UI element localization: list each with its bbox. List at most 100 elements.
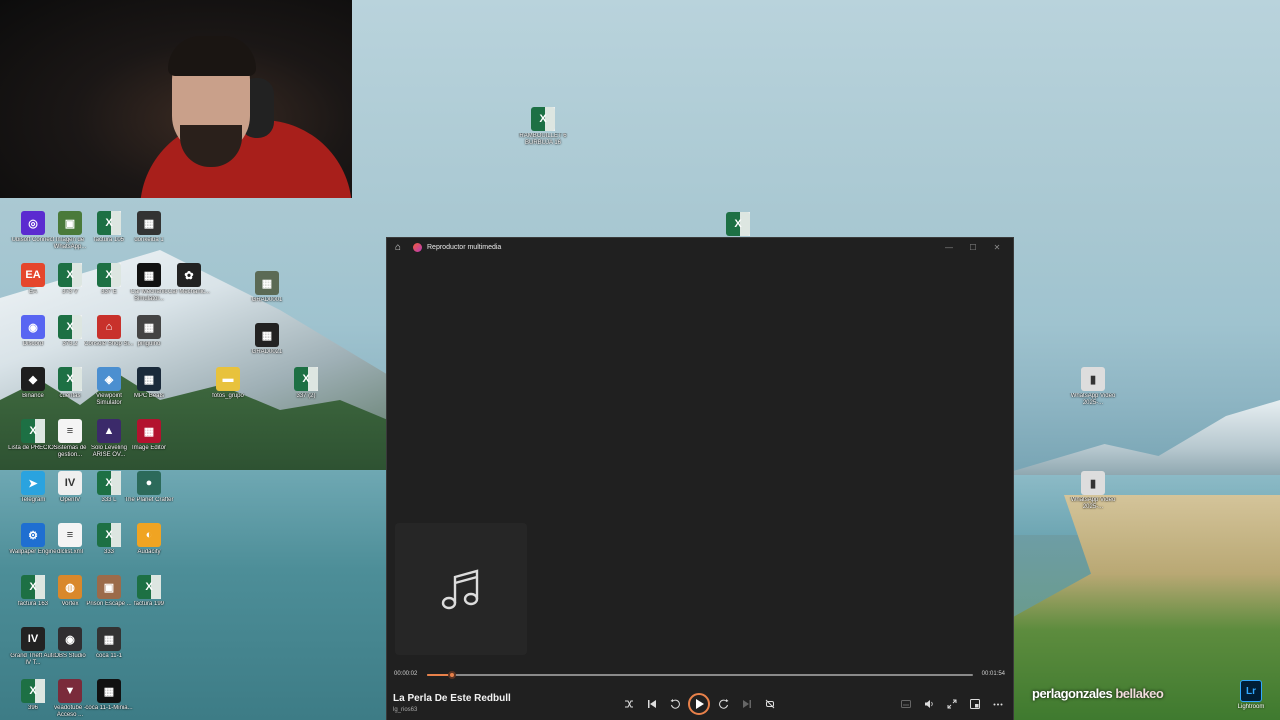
total-time: 00:01:54 <box>981 671 1005 677</box>
desktop-icon-label: WhatsApp Video 2025-... <box>1070 497 1116 510</box>
volume-button[interactable] <box>917 693 940 715</box>
desktop-icon-label: 337 (2) <box>296 393 316 399</box>
desktop-icon-label: WhatsApp Video 2025-... <box>1070 393 1116 406</box>
secondary-controls <box>894 693 1009 715</box>
lightroom-shortcut[interactable]: Lr Lightroom <box>1236 680 1266 710</box>
shuffle-icon <box>624 700 633 708</box>
shuffle-button[interactable] <box>617 693 640 715</box>
desktop-icon[interactable]: ▦ pinguino <box>126 315 172 348</box>
desktop-icon[interactable]: ▦ coca 11-1 <box>86 627 132 660</box>
app-icon: ▲ <box>97 419 121 443</box>
app-icon: ▦ <box>137 419 161 443</box>
app-icon: ▣ <box>97 575 121 599</box>
watermark-part1: perlagonzales <box>1032 686 1113 701</box>
desktop-icon[interactable]: ▦ donkeiba 1 <box>126 211 172 244</box>
webcam-overlay <box>0 0 352 198</box>
excel-file-icon: X <box>97 523 121 547</box>
forward-30-button[interactable] <box>712 693 735 715</box>
folder-icon: ▬ <box>216 367 240 391</box>
stream-watermark: perlagonzales bellakeo <box>1032 686 1164 701</box>
previous-button[interactable] <box>640 693 663 715</box>
music-note-icon <box>441 569 479 610</box>
desktop-icon-label: donkeiba 1 <box>134 237 164 243</box>
next-button[interactable] <box>735 693 758 715</box>
play-button[interactable] <box>688 693 710 715</box>
desktop-icon[interactable]: ▦ GRAD0001 <box>244 271 290 304</box>
image-file-icon: ▦ <box>97 679 121 703</box>
forward-icon <box>718 699 728 709</box>
playback-controls <box>617 693 781 715</box>
desktop-icon[interactable]: X RAMBOUILLET 6 BURBUJA 16 <box>519 107 567 147</box>
captions-icon <box>900 700 911 708</box>
desktop-icon[interactable]: ▦ coca 11-1-Minia... <box>85 679 133 712</box>
current-time: 00:00:02 <box>394 671 418 677</box>
watermark-part2: bellakeo <box>1115 686 1164 701</box>
desktop-icon[interactable]: ● The Planet Crafter <box>124 471 174 504</box>
app-icon: IV <box>58 471 82 495</box>
desktop-icon[interactable]: X <box>715 212 761 238</box>
app-icon: ▦ <box>137 367 161 391</box>
media-player-app-icon <box>413 242 422 252</box>
excel-file-icon: X <box>21 679 45 703</box>
close-button[interactable]: ✕ <box>985 238 1009 256</box>
desktop-icon[interactable]: ▦ MPC Beats <box>126 367 172 400</box>
excel-file-icon: X <box>137 575 161 599</box>
desktop-icon[interactable]: ▮ WhatsApp Video 2025-... <box>1070 367 1116 407</box>
desktop-icon[interactable]: Xfactura 199 <box>126 575 172 608</box>
now-playing-info: La Perla De Este Redbull lg_rios63 <box>393 693 511 713</box>
captions-button[interactable] <box>894 693 917 715</box>
more-options-button[interactable] <box>986 693 1009 715</box>
fullscreen-button[interactable] <box>940 693 963 715</box>
song-title[interactable]: La Perla De Este Redbull <box>393 693 511 704</box>
app-icon: ◎ <box>21 211 45 235</box>
desktop-icon-label: GRAD0021 <box>251 349 283 355</box>
desktop-icon-label: MPC Beats <box>133 393 165 399</box>
app-icon: ◆ <box>21 367 45 391</box>
desktop-icon-label: coca 11-1-Minia... <box>85 705 133 711</box>
excel-file-icon: X <box>531 107 555 131</box>
window-title: Reproductor multimedia <box>427 243 502 251</box>
excel-file-icon: X <box>58 263 82 287</box>
desktop-icon-label: Car Mechanic... <box>167 289 210 295</box>
app-icon: ▼ <box>58 679 82 703</box>
home-icon[interactable]: ⌂ <box>387 242 409 253</box>
title-bar: ⌂ Reproductor multimedia — ☐ ✕ <box>387 238 1013 256</box>
image-file-icon: ▦ <box>97 627 121 651</box>
repeat-off-icon <box>765 699 774 709</box>
seek-bar[interactable] <box>427 671 973 679</box>
media-player-window: ⌂ Reproductor multimedia — ☐ ✕ 00:00:02 … <box>386 237 1014 720</box>
image-file-icon: ▦ <box>255 271 279 295</box>
excel-file-icon: X <box>726 212 750 236</box>
desktop-icon-label: pinguino <box>137 341 161 347</box>
desktop-icon-label: The Planet Crafter <box>124 497 174 503</box>
play-icon <box>695 699 704 709</box>
excel-file-icon: X <box>97 263 121 287</box>
rewind-10-button[interactable] <box>663 693 686 715</box>
excel-file-icon: X <box>58 315 82 339</box>
desktop-icon[interactable]: ▦ GRAD0021 <box>244 323 290 356</box>
mini-player-icon <box>969 699 980 709</box>
minimize-button[interactable]: — <box>937 238 961 256</box>
excel-file-icon: X <box>97 211 121 235</box>
album-art <box>395 523 527 655</box>
image-file-icon: ▦ <box>137 315 161 339</box>
mini-player-button[interactable] <box>963 693 986 715</box>
maximize-button[interactable]: ☐ <box>961 238 985 256</box>
desktop-icon[interactable]: ▬ fotos_grupo <box>205 367 251 400</box>
desktop-icon-label: GRAD0001 <box>251 297 283 303</box>
desktop-icon[interactable]: ✿ Car Mechanic... <box>166 263 212 296</box>
artist-name[interactable]: lg_rios63 <box>393 707 511 713</box>
app-icon: ⌂ <box>97 315 121 339</box>
excel-file-icon: X <box>21 419 45 443</box>
lightroom-label: Lightroom <box>1237 704 1265 710</box>
lightroom-icon: Lr <box>1240 680 1262 702</box>
rewind-icon <box>670 699 680 709</box>
document-icon: ≡ <box>58 419 82 443</box>
desktop-icon-label: fotos_grupo <box>212 393 244 399</box>
desktop-icon[interactable]: ◐ Audacity <box>126 523 172 556</box>
desktop-icon[interactable]: ▦ Image Editor <box>126 419 172 452</box>
desktop-icon[interactable]: X 337 (2) <box>283 367 329 400</box>
repeat-button[interactable] <box>758 693 781 715</box>
seek-knob[interactable] <box>447 671 456 679</box>
desktop-icon[interactable]: ▮ WhatsApp Video 2025-... <box>1070 471 1116 511</box>
